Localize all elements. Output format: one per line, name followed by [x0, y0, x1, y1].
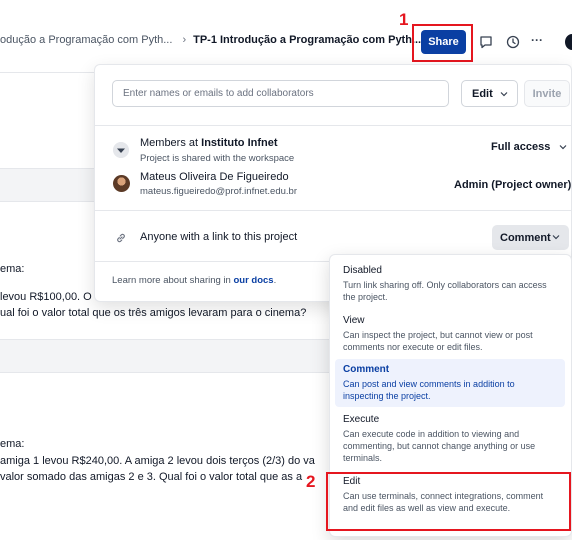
access-option-disabled[interactable]: Disabled Turn link sharing off. Only col… — [335, 260, 565, 308]
option-description: Turn link sharing off. Only collaborator… — [343, 280, 547, 302]
cell-text: ema: — [0, 438, 25, 450]
annotation-marker-1: 1 — [399, 10, 409, 29]
access-option-view[interactable]: View Can inspect the project, but cannot… — [335, 310, 565, 358]
members-subtitle: Project is shared with the workspace — [140, 153, 295, 164]
option-description: Can execute code in addition to viewing … — [343, 429, 536, 463]
members-row-title: Members at Instituto Infnet — [140, 137, 278, 149]
workspace-icon — [113, 142, 129, 158]
cell-text: ual foi o valor total que os três amigos… — [0, 307, 307, 319]
breadcrumb: odução a Programação com Pyth... › TP-1 … — [0, 34, 421, 46]
access-option-comment[interactable]: Comment Can post and view comments in ad… — [335, 359, 565, 407]
chevron-right-icon: › — [182, 34, 187, 46]
owner-email: mateus.figueiredo@prof.infnet.edu.br — [140, 186, 297, 197]
sharing-help-text: Learn more about sharing in our docs. — [112, 275, 277, 286]
top-bar: odução a Programação com Pyth... › TP-1 … — [0, 0, 572, 62]
role-select[interactable]: Edit — [461, 80, 518, 107]
link-icon — [117, 233, 125, 243]
annotation-marker-2: 2 — [306, 472, 316, 491]
divider — [95, 125, 571, 126]
annotation-box-2 — [326, 472, 571, 531]
link-access-value: Comment — [500, 231, 551, 244]
divider — [0, 72, 100, 73]
option-title: View — [343, 315, 365, 326]
option-title: Comment — [343, 364, 390, 375]
annotation-box-1 — [412, 24, 473, 62]
chevron-down-icon — [552, 235, 560, 240]
option-title: Disabled — [343, 265, 382, 276]
docs-link[interactable]: our docs — [233, 275, 273, 286]
option-title: Execute — [343, 414, 380, 425]
owner-role: Admin (Project owner) — [454, 179, 572, 191]
collaborator-input[interactable] — [112, 80, 449, 107]
cell-text: valor somado das amigas 2 e 3. Qual foi … — [0, 471, 303, 483]
cell-text: ema: — [0, 263, 25, 275]
option-description: Can post and view comments in addition t… — [343, 379, 515, 401]
access-option-execute[interactable]: Execute Can execute code in addition to … — [335, 409, 565, 469]
cell-text: amiga 1 levou R$240,00. A amiga 2 levou … — [0, 455, 315, 467]
chevron-down-icon — [500, 92, 508, 97]
owner-avatar — [113, 175, 130, 192]
link-sharing-label: Anyone with a link to this project — [140, 231, 298, 243]
workspace-name: Instituto Infnet — [201, 137, 278, 149]
option-description: Can inspect the project, but cannot view… — [343, 330, 533, 352]
members-access-select[interactable]: Full access — [491, 141, 568, 153]
history-icon[interactable] — [505, 34, 521, 50]
divider — [95, 210, 571, 211]
avatar[interactable] — [565, 34, 572, 50]
cell-band — [0, 168, 100, 202]
breadcrumb-project[interactable]: odução a Programação com Pyth... — [0, 34, 172, 46]
breadcrumb-notebook[interactable]: TP-1 Introdução a Programação com Pyth..… — [193, 34, 421, 46]
comment-icon[interactable] — [478, 34, 494, 50]
role-select-value: Edit — [472, 87, 493, 100]
chevron-down-icon — [559, 145, 567, 150]
more-options-icon[interactable]: ··· — [531, 33, 543, 47]
cell-text: levou R$100,00. O — [0, 291, 92, 303]
link-access-select[interactable]: Comment — [492, 225, 569, 250]
owner-name: Mateus Oliveira De Figueiredo — [140, 171, 289, 183]
invite-button[interactable]: Invite — [524, 80, 570, 107]
